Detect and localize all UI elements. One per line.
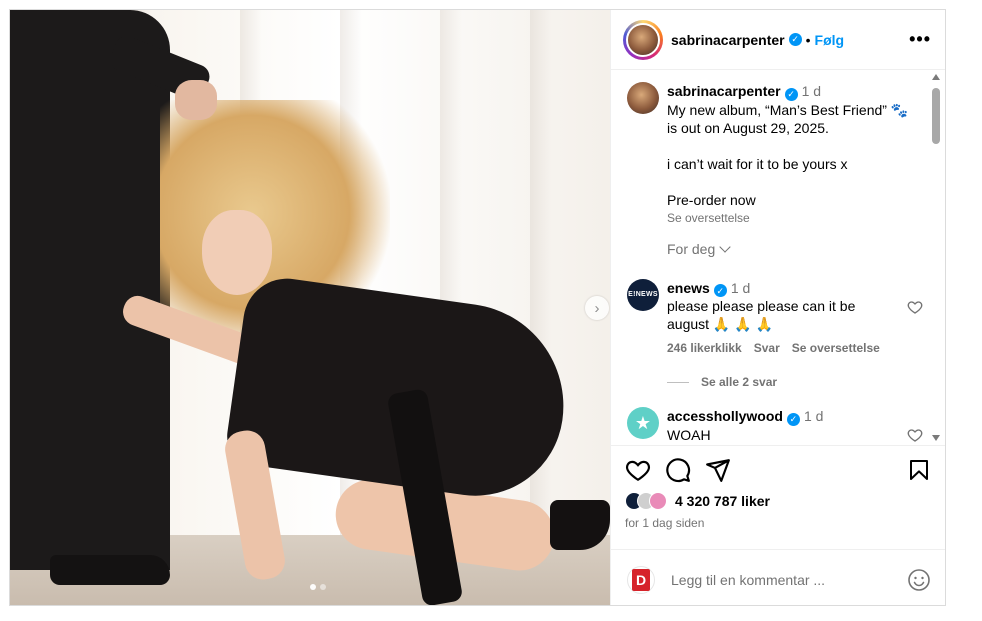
bookmark-icon[interactable] bbox=[907, 458, 931, 482]
access-hollywood-logo: ★ bbox=[627, 407, 659, 439]
username-link[interactable]: sabrinacarpenter bbox=[671, 32, 785, 48]
likes-count[interactable]: 4 320 787 liker bbox=[675, 493, 770, 509]
follow-button[interactable]: Følg bbox=[815, 32, 845, 48]
comment-username[interactable]: accesshollywood bbox=[667, 408, 783, 424]
caption-line: is out on August 29, 2025. bbox=[667, 119, 829, 136]
caption-line: Pre-order now bbox=[667, 191, 756, 208]
heart-icon[interactable] bbox=[907, 427, 923, 443]
viewer-avatar[interactable]: D bbox=[627, 565, 655, 594]
next-slide-button[interactable]: › bbox=[585, 296, 609, 320]
face bbox=[202, 210, 272, 295]
comment-text: please please please can it be august 🙏 … bbox=[667, 298, 856, 332]
man-figure bbox=[10, 10, 170, 570]
divider bbox=[667, 381, 689, 383]
comment-username[interactable]: enews bbox=[667, 280, 710, 296]
comment-avatar[interactable]: E!NEWS bbox=[627, 278, 659, 358]
view-replies-button[interactable]: Se alle 2 svar bbox=[667, 375, 923, 389]
verified-icon: ✓ bbox=[788, 33, 802, 46]
post-header: sabrinacarpenter ✓ • Følg ••• bbox=[611, 10, 945, 70]
scroll-thumb[interactable] bbox=[932, 88, 940, 144]
share-icon[interactable] bbox=[705, 457, 731, 483]
comment-input[interactable] bbox=[671, 571, 881, 588]
post-side-panel: sabrinacarpenter ✓ • Følg ••• sabrinacar… bbox=[610, 10, 945, 605]
scrollbar[interactable] bbox=[929, 70, 943, 445]
post-timestamp[interactable]: for 1 dag siden bbox=[625, 516, 931, 530]
more-options-icon[interactable]: ••• bbox=[909, 29, 931, 50]
carousel-dots bbox=[310, 584, 326, 590]
comment-likes[interactable]: 246 likerklikk bbox=[667, 339, 742, 357]
caption-line: My new album, “Man’s Best Friend” 🐾 bbox=[667, 101, 909, 118]
avatar bbox=[627, 82, 659, 114]
caption-line: i can’t wait for it to be yours x bbox=[667, 155, 848, 172]
avatar bbox=[626, 22, 660, 57]
comment-body: accesshollywood ✓ 1 d WOAH bbox=[667, 407, 923, 444]
heart-icon[interactable] bbox=[625, 457, 651, 483]
caption-username[interactable]: sabrinacarpenter bbox=[667, 83, 781, 99]
comment-avatar[interactable]: ★ bbox=[627, 407, 659, 444]
for-you-label: For deg bbox=[667, 240, 716, 257]
comment-time[interactable]: 1 d bbox=[804, 408, 823, 424]
post-actions-area: 4 320 787 liker for 1 dag siden bbox=[611, 445, 945, 549]
hand bbox=[175, 80, 217, 120]
for-you-dropdown[interactable]: For deg bbox=[667, 241, 923, 257]
see-translation-link[interactable]: Se oversettelse bbox=[792, 339, 880, 357]
next-arrow-icon: › bbox=[594, 299, 600, 317]
likes-row[interactable]: 4 320 787 liker bbox=[625, 492, 931, 510]
action-icons bbox=[625, 446, 931, 494]
chevron-down-icon bbox=[719, 240, 731, 253]
story-ring[interactable] bbox=[623, 19, 663, 60]
comment: ★ accesshollywood ✓ 1 d WOAH bbox=[627, 407, 923, 444]
scroll-up-arrow[interactable] bbox=[932, 74, 940, 80]
heart-icon[interactable] bbox=[907, 299, 923, 315]
post-image[interactable]: › bbox=[10, 10, 610, 605]
comment: E!NEWS enews ✓ 1 d please please please ca… bbox=[627, 278, 923, 358]
enews-logo: E!NEWS bbox=[627, 278, 659, 311]
separator: • bbox=[805, 31, 811, 48]
comment-text: WOAH bbox=[667, 426, 711, 443]
comment-time[interactable]: 1 d bbox=[731, 280, 750, 296]
see-translation-link[interactable]: Se oversettelse bbox=[667, 209, 923, 227]
carousel-dot-active bbox=[310, 584, 316, 590]
add-comment-bar: D bbox=[611, 549, 945, 609]
reply-button[interactable]: Svar bbox=[754, 339, 780, 357]
caption: sabrinacarpenter ✓ 1 d My new album, “Man’… bbox=[627, 82, 923, 227]
view-replies-label: Se alle 2 svar bbox=[701, 375, 778, 389]
liker-avatar bbox=[649, 492, 667, 510]
emoji-icon[interactable] bbox=[907, 568, 931, 592]
verified-icon: ✓ bbox=[784, 87, 798, 101]
caption-avatar[interactable] bbox=[627, 82, 659, 227]
comment-actions: 246 likerklikk Svar Se oversettelse bbox=[667, 339, 923, 357]
man-shoe bbox=[50, 555, 170, 585]
verified-icon: ✓ bbox=[786, 412, 800, 426]
caption-time[interactable]: 1 d bbox=[802, 83, 821, 99]
instagram-post-dialog: › sabrinacarpenter ✓ • Følg ••• sabrinac… bbox=[9, 9, 946, 606]
comment-body: enews ✓ 1 d please please please can it be… bbox=[667, 279, 923, 358]
viewer-avatar-letter: D bbox=[632, 568, 650, 591]
verified-icon: ✓ bbox=[713, 284, 727, 297]
comment-icon[interactable] bbox=[665, 457, 691, 483]
comments-list[interactable]: sabrinacarpenter ✓ 1 d My new album, “Man’… bbox=[611, 70, 945, 445]
scroll-down-arrow[interactable] bbox=[932, 435, 940, 441]
carousel-dot bbox=[320, 584, 326, 590]
caption-body: sabrinacarpenter ✓ 1 d My new album, “Man’… bbox=[667, 82, 923, 227]
